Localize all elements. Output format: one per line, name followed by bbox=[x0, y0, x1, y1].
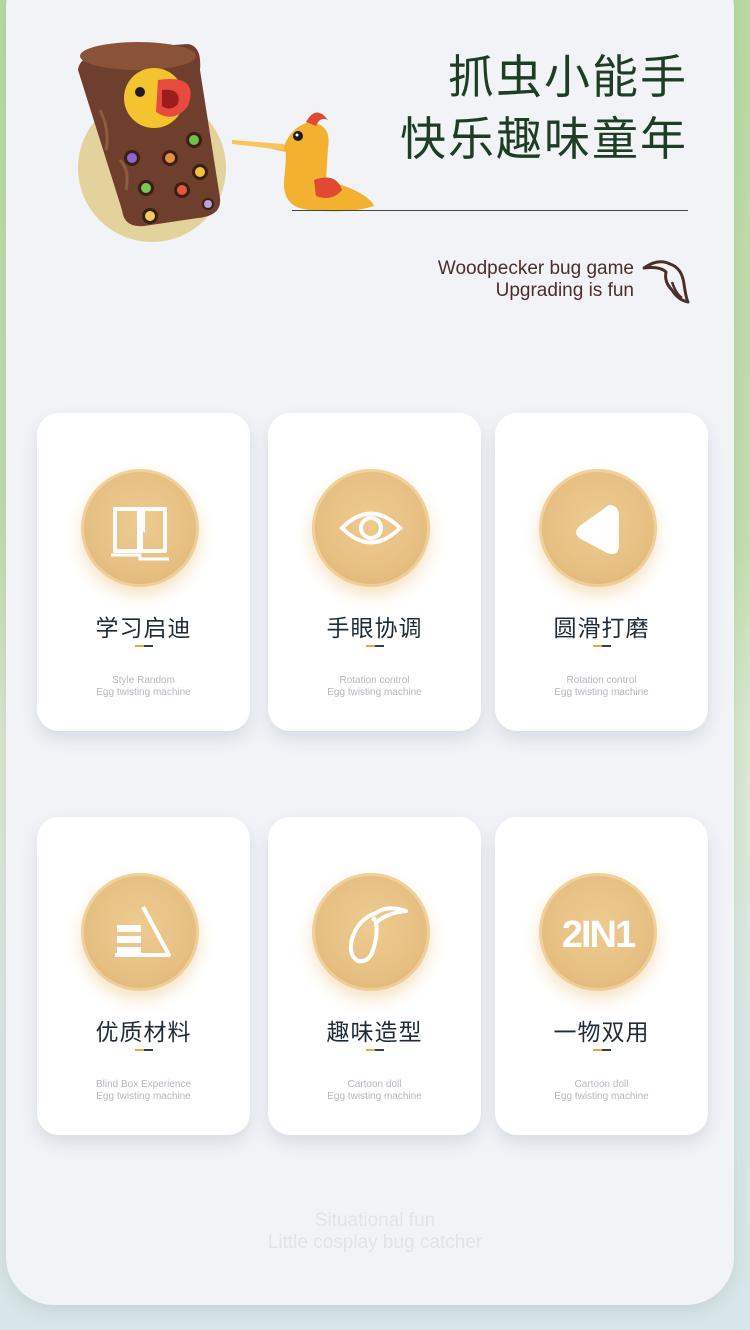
bird-outline-icon bbox=[642, 260, 690, 304]
eye-icon bbox=[339, 511, 403, 545]
title-line-2: 快乐趣味童年 bbox=[400, 112, 688, 166]
card-title: 一物双用 bbox=[553, 1020, 650, 1046]
card-subtitle: Cartoon doll Egg twisting machine bbox=[495, 1079, 708, 1103]
title-underline bbox=[366, 1049, 384, 1051]
subtitle-line-1: Woodpecker bug game bbox=[437, 258, 634, 279]
feature-badge bbox=[81, 469, 199, 587]
card-subtitle-line-1: Style Random bbox=[112, 675, 175, 686]
card-subtitle: Cartoon doll Egg twisting machine bbox=[268, 1079, 481, 1103]
feature-card-2in1: 2IN1 一物双用 Cartoon doll Egg twisting mach… bbox=[495, 817, 708, 1135]
feature-card-learning: 学习启迪 Style Random Egg twisting machine bbox=[37, 413, 250, 731]
card-subtitle-line-1: Rotation control bbox=[566, 675, 637, 686]
woodpecker-toy-image bbox=[78, 42, 374, 242]
footer-line-2: Little cosplay bug catcher bbox=[267, 1232, 483, 1253]
title-underline bbox=[366, 645, 384, 647]
subtitle: Woodpecker bug game Upgrading is fun bbox=[438, 258, 634, 302]
layers-icon bbox=[115, 906, 171, 957]
title-divider bbox=[292, 210, 688, 211]
bird-icon bbox=[348, 906, 408, 964]
card-subtitle: Style Random Egg twisting machine bbox=[37, 675, 250, 699]
card-title: 学习启迪 bbox=[95, 616, 192, 642]
feature-badge bbox=[312, 469, 430, 587]
card-subtitle-line-1: Blind Box Experience bbox=[95, 1079, 192, 1090]
card-subtitle-line-1: Cartoon doll bbox=[347, 1079, 402, 1090]
card-title: 手眼协调 bbox=[326, 616, 423, 642]
card-subtitle-line-2: Egg twisting machine bbox=[327, 687, 422, 698]
card-subtitle-line-2: Egg twisting machine bbox=[554, 687, 649, 698]
card-subtitle: Blind Box Experience Egg twisting machin… bbox=[37, 1079, 250, 1103]
title-underline bbox=[135, 645, 153, 647]
feature-card-shape: 趣味造型 Cartoon doll Egg twisting machine bbox=[268, 817, 481, 1135]
card-subtitle: Rotation control Egg twisting machine bbox=[268, 675, 481, 699]
feature-badge bbox=[312, 873, 430, 991]
footer-caption: Situational fun Little cosplay bug catch… bbox=[0, 1210, 750, 1254]
card-subtitle-line-2: Egg twisting machine bbox=[96, 1091, 191, 1102]
card-subtitle-line-2: Egg twisting machine bbox=[554, 1091, 649, 1102]
title-underline bbox=[593, 645, 611, 647]
card-title: 圆滑打磨 bbox=[553, 616, 650, 642]
badge-text: 2IN1 bbox=[562, 914, 636, 956]
feature-card-material: 优质材料 Blind Box Experience Egg twisting m… bbox=[37, 817, 250, 1135]
subtitle-line-2: Upgrading is fun bbox=[495, 280, 634, 301]
card-subtitle: Rotation control Egg twisting machine bbox=[495, 675, 708, 699]
feature-badge: 2IN1 bbox=[539, 873, 657, 991]
2in1-icon: 2IN1 bbox=[562, 914, 638, 956]
book-icon bbox=[111, 507, 169, 561]
feature-badge bbox=[81, 873, 199, 991]
footer-line-1: Situational fun bbox=[314, 1210, 436, 1231]
title-line-1: 抓虫小能手 bbox=[448, 50, 688, 104]
feature-card-hand-eye: 手眼协调 Rotation control Egg twisting machi… bbox=[268, 413, 481, 731]
title-underline bbox=[593, 1049, 611, 1051]
card-title: 趣味造型 bbox=[326, 1020, 423, 1046]
card-title: 优质材料 bbox=[95, 1020, 192, 1046]
card-subtitle-line-1: Cartoon doll bbox=[574, 1079, 629, 1090]
card-subtitle-line-2: Egg twisting machine bbox=[327, 1091, 422, 1102]
rounded-triangle-icon bbox=[576, 505, 619, 554]
page-title: 抓虫小能手 快乐趣味童年 bbox=[400, 46, 688, 170]
title-underline bbox=[135, 1049, 153, 1051]
feature-badge bbox=[539, 469, 657, 587]
card-subtitle-line-1: Rotation control bbox=[339, 675, 410, 686]
card-subtitle-line-2: Egg twisting machine bbox=[96, 687, 191, 698]
feature-card-smooth: 圆滑打磨 Rotation control Egg twisting machi… bbox=[495, 413, 708, 731]
